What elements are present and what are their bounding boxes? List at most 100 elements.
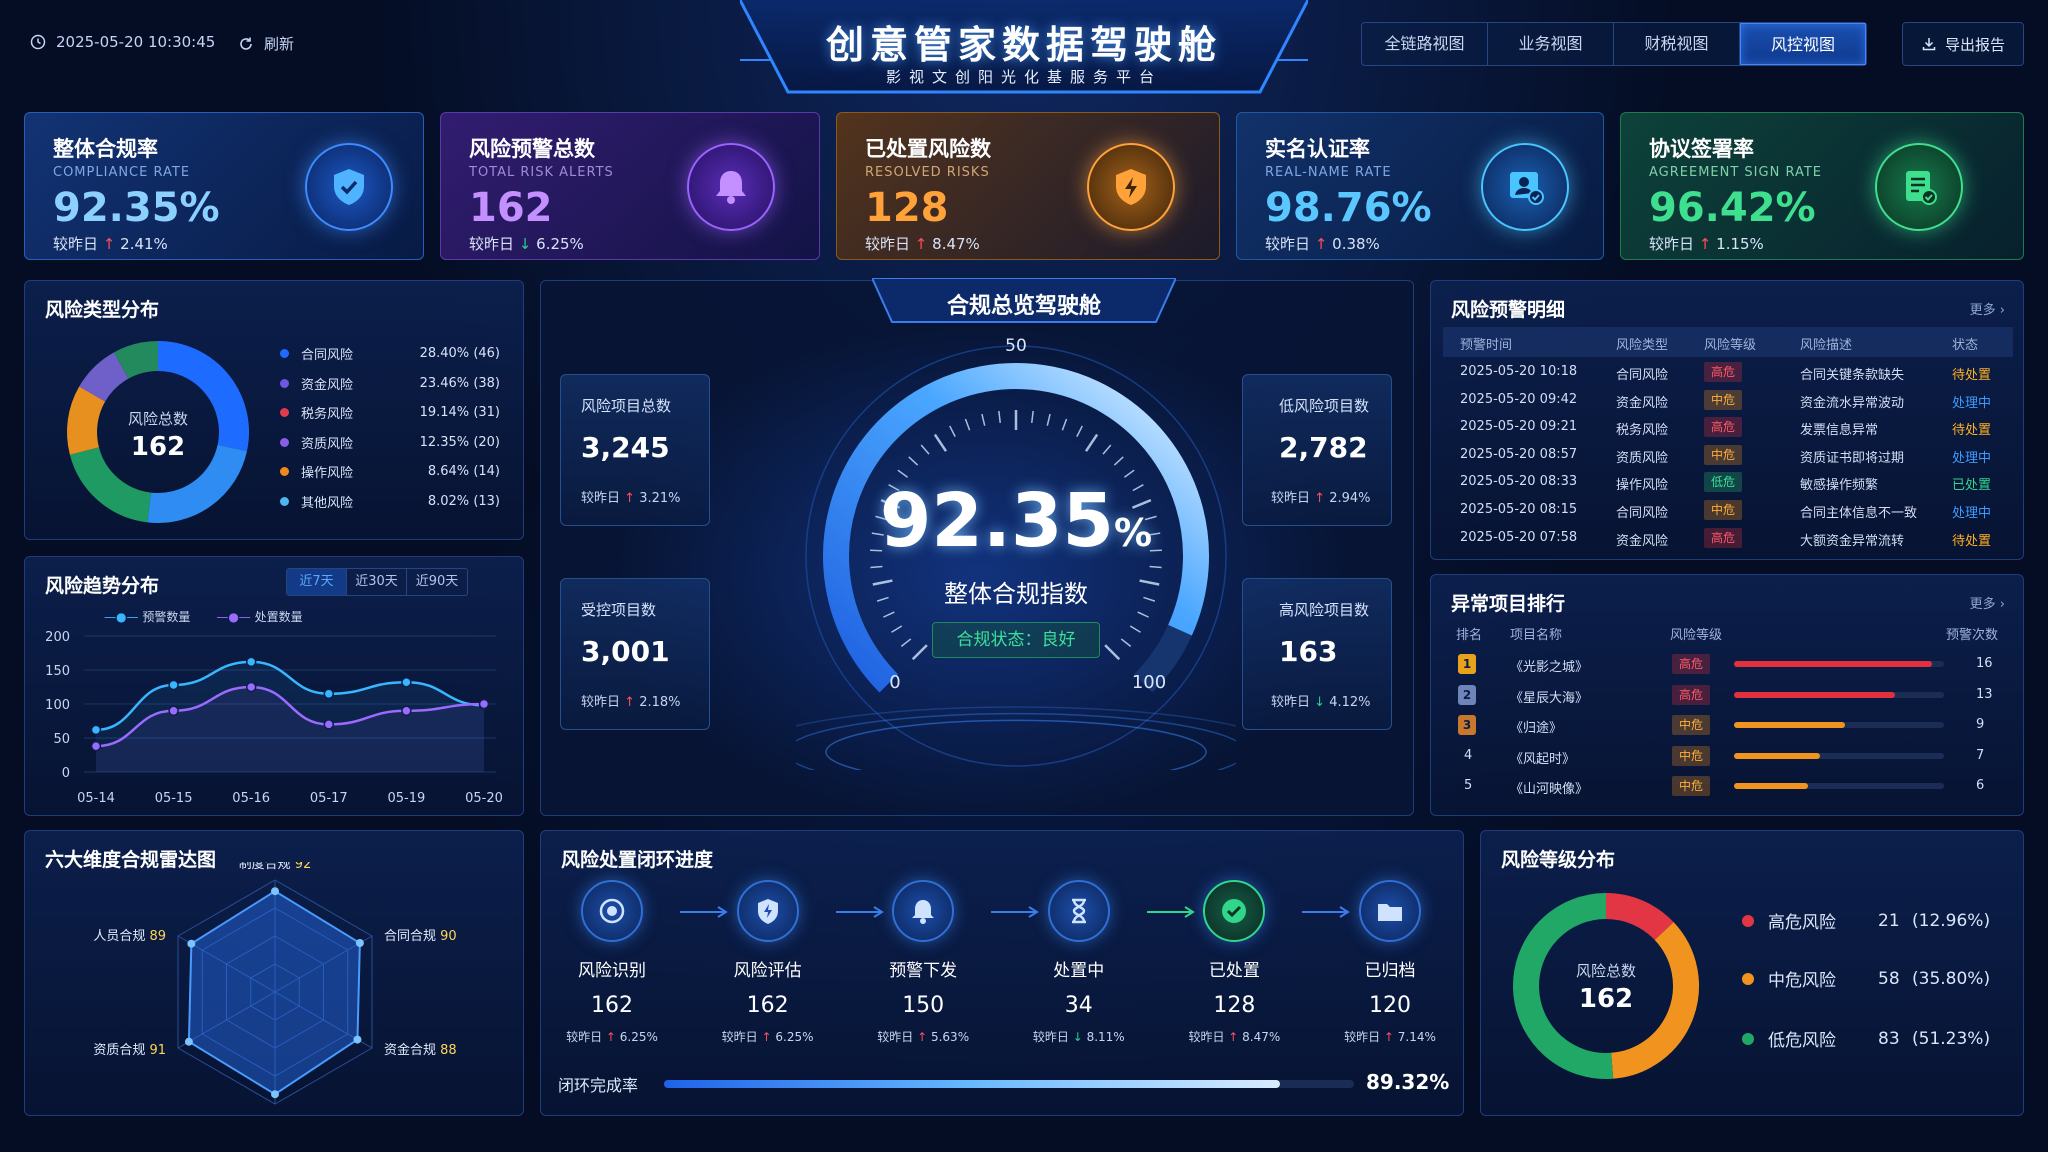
flow-step-value: 162 [591,993,633,1018]
alert-count: 9 [1976,717,1985,732]
risk-level-badge: 中危 [1704,444,1742,465]
range-tab-30d[interactable]: 近30天 [347,569,407,595]
alert-time: 2025-05-20 09:21 [1460,419,1578,435]
title-plate: 创意管家数据驾驶舱 影视文创阳光化基服务平台 [740,0,1308,96]
level-donut-center-value: 162 [1578,984,1634,1014]
count-bar-fill [1734,722,1846,728]
refresh-button[interactable]: 刷新 [238,33,294,54]
gauge-scale-max: 100 [1131,672,1167,693]
gauge-tick [900,638,912,647]
tab-finance-view[interactable]: 财税视图 [1614,23,1740,65]
flow-step-5[interactable]: 已处置 128 较昨日 ↑ 8.47% [1164,880,1304,1045]
trend-legend-name: 预警数量 [142,610,191,624]
table-header-cell: 预警时间 [1460,338,1513,353]
gauge-tick [891,625,903,633]
stat-delta: 2.94% [1329,491,1371,506]
range-tab-90d[interactable]: 近90天 [407,569,467,595]
gauge-tick [897,469,909,478]
count-bar-fill [1734,783,1809,789]
download-icon [1922,38,1936,51]
table-header-cell: 风险等级 [1704,338,1757,353]
tab-business-view[interactable]: 业务视图 [1488,23,1614,65]
shield-check-icon [305,143,393,231]
legend-item: 其他风险 8.02% (13) [280,492,500,511]
risk-level-badge: 中危 [1704,500,1742,520]
flow-step-3[interactable]: 预警下发 150 较昨日 ↑ 5.63% [853,880,993,1045]
radar-point [353,1035,362,1044]
flow-step-2[interactable]: 风险评估 162 较昨日 ↑ 6.25% [698,880,838,1045]
range-tab-7d[interactable]: 近7天 [287,569,347,595]
kpi-real-name-rate: 实名认证率 REAL-NAME RATE 98.76% 较昨日 ↑ 0.38% [1236,112,1604,260]
level-pct: (35.80%) [1912,968,1991,989]
data-point [90,740,102,752]
up-arrow-icon: ↑ [1380,1030,1398,1044]
kpi-value: 98.76% [1265,185,1432,231]
legend-count: (31) [473,405,500,420]
refresh-icon [240,37,252,50]
flow-step-compare-label: 较昨日 [721,1030,758,1044]
kpi-label: 风险预警总数 [469,137,595,161]
stat-low-risk-projects: 低风险项目数 2,782 较昨日 ↑ 2.94% [1242,374,1392,526]
stat-value: 3,245 [581,431,670,464]
radar-axis-label: 资质合规 91 [93,1043,166,1058]
more-link[interactable]: 更多 › [1970,299,2005,318]
table-header-cell: 预警次数 [1946,628,1999,643]
export-report-button[interactable]: 导出报告 [1902,22,2024,66]
flow-step-value: 162 [746,993,789,1018]
level-legend-item: 低危风险 83 (51.23%) [1742,1026,1992,1051]
x-tick-label: 05-17 [310,791,348,806]
x-tick-label: 05-15 [155,791,193,806]
panel-title: 风险类型分布 [45,299,160,321]
stat-delta: 3.21% [639,491,681,506]
up-arrow-icon: ↑ [624,695,636,710]
flow-step-4[interactable]: 处置中 34 较昨日 ↓ 8.11% [1009,880,1149,1045]
panel-title: 风险等级分布 [1501,849,1616,871]
gauge-scale-mid: 50 [1005,336,1027,356]
rank-badge: 3 [1458,715,1476,735]
legend-pct: 19.14% [419,405,470,420]
kpi-compliance-rate: 整体合规率 COMPLIANCE RATE 92.35% 较昨日 ↑ 2.41% [24,112,424,260]
alert-time: 2025-05-20 08:57 [1460,446,1578,462]
shield-bolt-icon [1087,143,1175,231]
flow-step-1[interactable]: 风险识别 162 较昨日 ↑ 6.25% [542,880,682,1045]
kpi-compare-label: 较昨日 [865,235,911,253]
kpi-compare-label: 较昨日 [1649,235,1695,253]
radar-axis-label: 资金合规 88 [384,1042,457,1058]
up-arrow-icon: ↑ [757,1030,776,1044]
flow-step-delta: 8.47% [1242,1030,1281,1044]
level-pct: (51.23%) [1912,1028,1991,1049]
tab-risk-view[interactable]: 风控视图 [1740,23,1866,65]
gauge-tick [883,611,895,618]
kpi-en-label: AGREEMENT SIGN RATE [1649,165,1822,180]
stat-compare: 较昨日 ↑ 3.21% [581,487,681,506]
count-bar-track [1734,783,1944,789]
y-tick-label: 200 [45,630,70,645]
flow-step-compare: 较昨日 ↑ 7.14% [1320,1028,1460,1045]
kpi-compare: 较昨日 ↑ 8.47% [865,233,980,254]
flow-step-delta: 6.25% [775,1030,814,1044]
compliance-status-badge: 合规状态：良好 [932,622,1100,658]
up-arrow-icon: ↑ [1314,235,1328,253]
kpi-compare: 较昨日 ↑ 1.15% [1649,233,1764,254]
radar-axis-name: 合同合规 [384,929,440,944]
flow-step-6[interactable]: 已归档 120 较昨日 ↑ 7.14% [1320,880,1460,1045]
radar-axis-value: 88 [440,1043,457,1058]
legend-item: 合同风险 28.40% (46) [280,344,500,363]
flow-step-delta: 8.11% [1086,1030,1125,1044]
data-point [168,705,179,717]
risk-level-badge: 高危 [1672,654,1710,674]
data-point [478,698,490,710]
legend-name: 税务风险 [301,407,354,422]
alert-description: 敏感操作频繁 [1800,478,1879,494]
project-name: 《归途》 [1510,721,1563,736]
gauge-value-unit: % [1114,511,1153,555]
trend-legend: —●— 预警数量 —●— 处置数量 [104,608,303,625]
data-point [168,679,179,691]
alert-description: 发票信息异常 [1800,423,1879,439]
flow-step-name: 处置中 [1053,961,1105,981]
alert-status: 待处置 [1952,533,1992,549]
level-pct: (12.96%) [1912,910,1991,931]
donut-slice [67,386,106,455]
tab-full-chain-view[interactable]: 全链路视图 [1362,23,1488,65]
more-link[interactable]: 更多 › [1970,593,2005,612]
